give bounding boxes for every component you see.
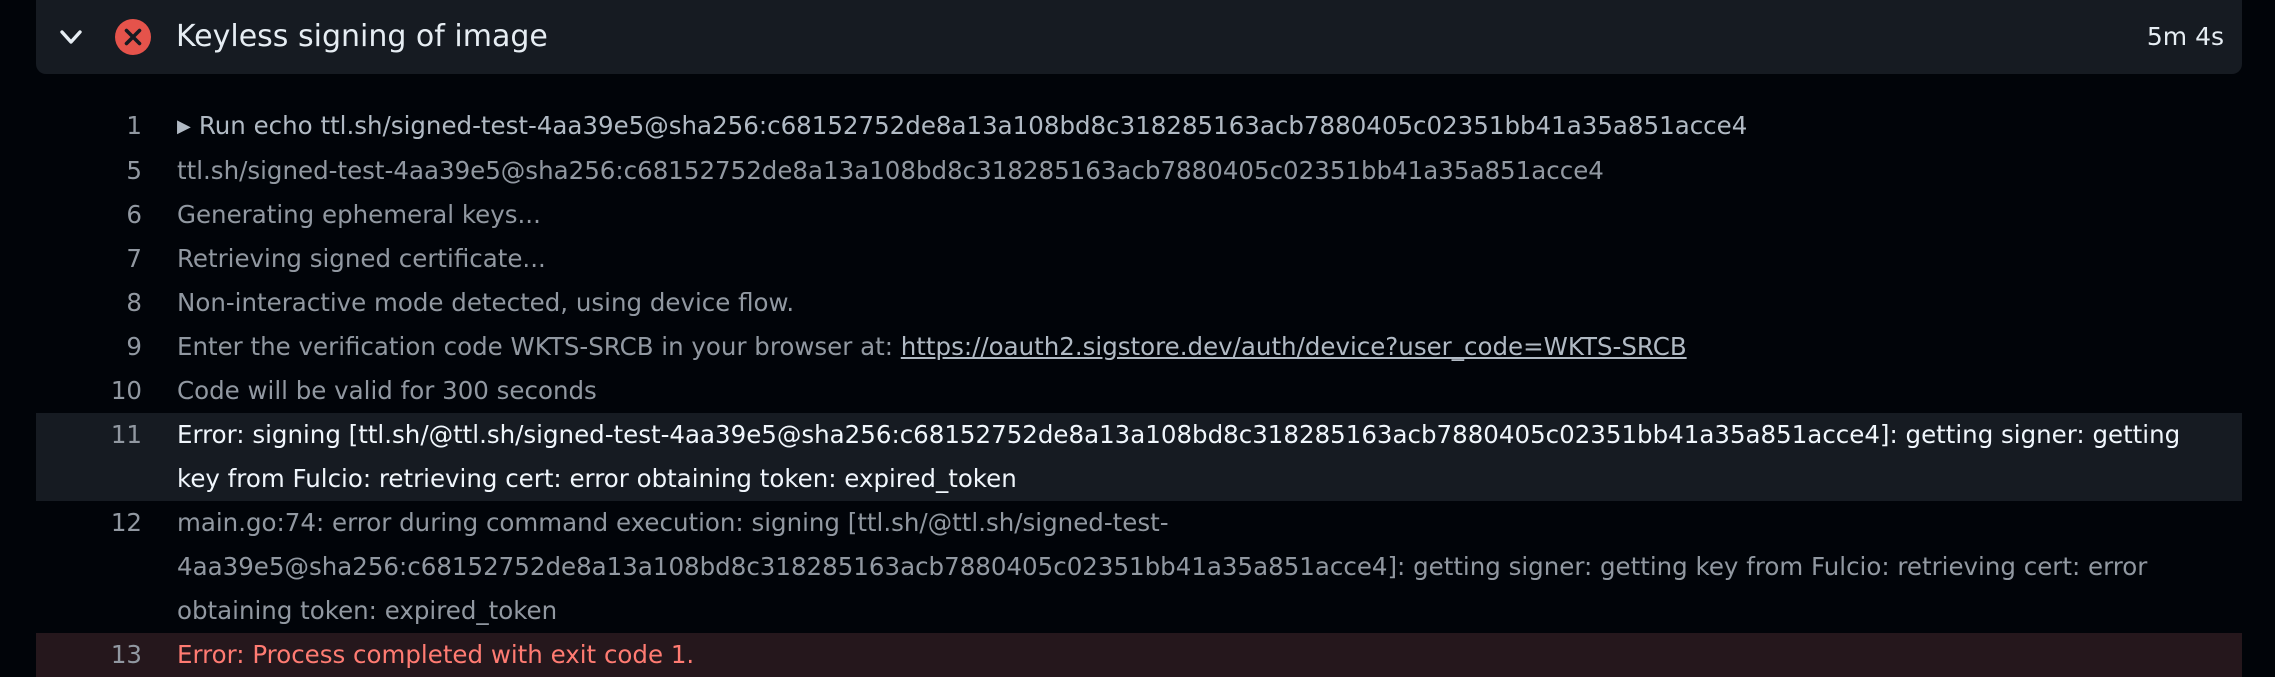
log-line-text: ttl.sh/signed-test-4aa39e5@sha256:c68152… — [177, 156, 1604, 185]
log-line-text: Enter the verification code WKTS-SRCB in… — [177, 332, 1687, 361]
log-line-text: Error: Process completed with exit code … — [177, 640, 695, 669]
line-number[interactable]: 9 — [36, 325, 142, 369]
line-number[interactable]: 8 — [36, 281, 142, 325]
log-line-text: Non-interactive mode detected, using dev… — [177, 288, 795, 317]
log-line: 8 Non-interactive mode detected, using d… — [36, 281, 2242, 325]
line-number[interactable]: 6 — [36, 193, 142, 237]
log-line: 12 main.go:74: error during command exec… — [36, 501, 2242, 633]
log-line-highlighted: 11 Error: signing [ttl.sh/@ttl.sh/signed… — [36, 413, 2242, 501]
log-line-text: Generating ephemeral keys... — [177, 200, 541, 229]
chevron-down-icon[interactable] — [54, 20, 88, 54]
log-line-error: 13 Error: Process completed with exit co… — [36, 633, 2242, 677]
line-number[interactable]: 11 — [36, 413, 142, 457]
step-title: Keyless signing of image — [176, 19, 548, 54]
line-number[interactable]: 1 — [36, 104, 142, 148]
job-step: Keyless signing of image 5m 4s 1 ▶ Run ec… — [36, 0, 2242, 677]
log-line-text: Error: signing [ttl.sh/@ttl.sh/signed-te… — [177, 420, 2188, 493]
line-number[interactable]: 12 — [36, 501, 142, 545]
log-line: 6 Generating ephemeral keys... — [36, 193, 2242, 237]
line-number[interactable]: 13 — [36, 633, 142, 677]
line-number[interactable]: 5 — [36, 149, 142, 193]
log-line-text: ▶ Run echo ttl.sh/signed-test-4aa39e5@sha… — [177, 104, 2202, 149]
x-circle-icon — [115, 19, 151, 55]
line-number[interactable]: 10 — [36, 369, 142, 413]
step-duration: 5m 4s — [2146, 22, 2224, 51]
log-line-group[interactable]: 1 ▶ Run echo ttl.sh/signed-test-4aa39e5@s… — [36, 104, 2242, 149]
step-header[interactable]: Keyless signing of image 5m 4s — [36, 0, 2242, 74]
log-line: 7 Retrieving signed certificate... — [36, 237, 2242, 281]
log-line-text: main.go:74: error during command executi… — [177, 508, 2156, 625]
log-line: 9 Enter the verification code WKTS-SRCB … — [36, 325, 2242, 369]
log-line-text: Retrieving signed certificate... — [177, 244, 546, 273]
log-output: 1 ▶ Run echo ttl.sh/signed-test-4aa39e5@s… — [36, 104, 2242, 677]
log-line-text: Code will be valid for 300 seconds — [177, 376, 597, 405]
log-line: 5 ttl.sh/signed-test-4aa39e5@sha256:c681… — [36, 149, 2242, 193]
verification-link[interactable]: https://oauth2.sigstore.dev/auth/device?… — [901, 332, 1687, 361]
line-number[interactable]: 7 — [36, 237, 142, 281]
log-line: 10 Code will be valid for 300 seconds — [36, 369, 2242, 413]
triangle-right-icon[interactable]: ▶ — [177, 105, 191, 149]
